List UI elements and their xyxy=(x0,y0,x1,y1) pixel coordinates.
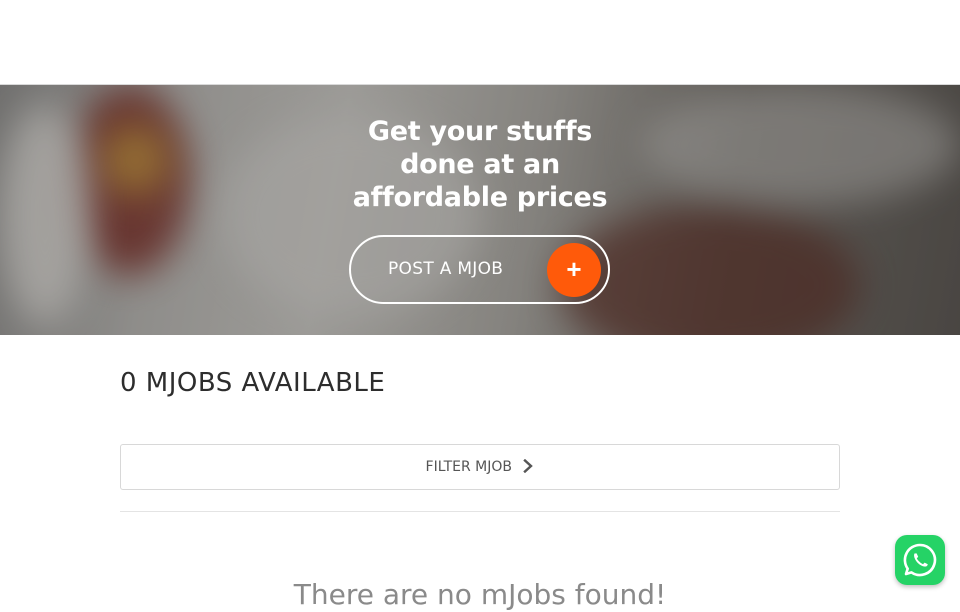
hero-banner: Get your stuffs done at an affordable pr… xyxy=(0,85,960,335)
filter-mjob-button[interactable]: FILTER MJOB xyxy=(120,444,840,490)
plus-icon: + xyxy=(547,243,601,297)
hero-title-line: done at an xyxy=(400,149,560,180)
chevron-right-icon xyxy=(523,459,534,473)
divider xyxy=(120,511,840,512)
site-header xyxy=(0,0,960,85)
mjob-count-heading: 0 MJOBS AVAILABLE xyxy=(120,368,386,398)
filter-mjob-label: FILTER MJOB xyxy=(425,459,512,475)
hero-title: Get your stuffs done at an affordable pr… xyxy=(330,115,630,214)
post-mjob-button[interactable]: POST A MJOB + xyxy=(349,235,610,304)
hero-title-line: affordable prices xyxy=(352,182,608,213)
empty-state-message: There are no mJobs found! xyxy=(293,578,667,611)
post-mjob-label: POST A MJOB xyxy=(388,259,504,279)
whatsapp-icon xyxy=(903,543,937,577)
hero-title-line: Get your stuffs xyxy=(367,116,593,147)
whatsapp-chat-button[interactable] xyxy=(895,535,945,585)
